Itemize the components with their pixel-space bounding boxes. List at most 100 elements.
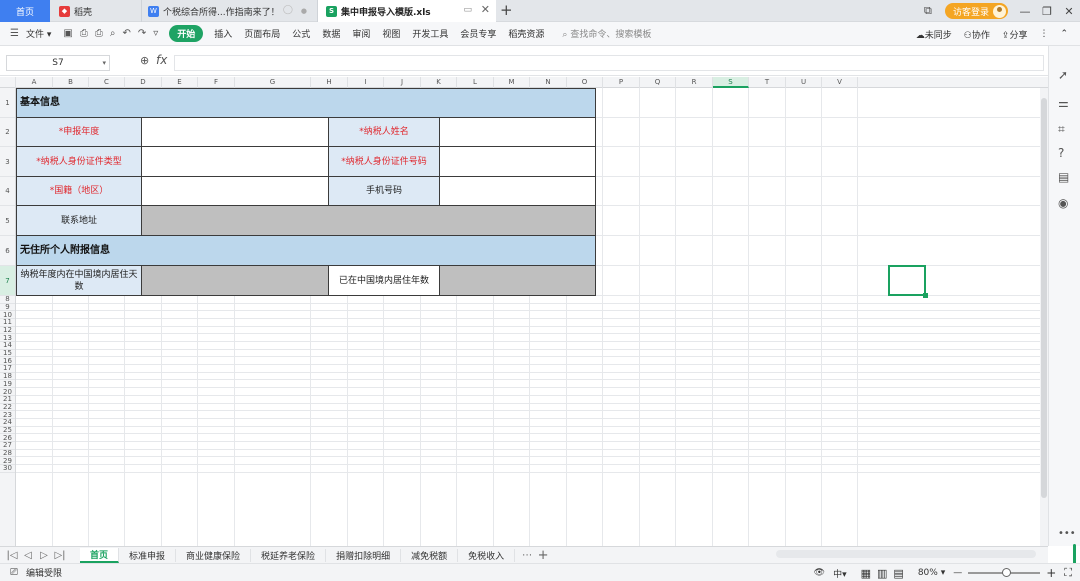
column-header-m[interactable]: M (494, 77, 530, 88)
sheet-tab-donation[interactable]: 捐赠扣除明细 (326, 548, 402, 562)
row-header-30[interactable]: 30 (0, 464, 15, 473)
column-header-v[interactable]: V (822, 77, 858, 88)
input-nationality[interactable] (141, 176, 329, 206)
label-id-type[interactable]: *纳税人身份证件类型 (16, 146, 142, 177)
formula-input[interactable] (174, 55, 1044, 71)
macro-icon[interactable]: ⎚ (10, 567, 18, 578)
input-address[interactable] (141, 205, 596, 236)
section-nonresident-info[interactable]: 无住所个人附报信息 (16, 235, 596, 266)
fullscreen-icon[interactable]: ⛶ (1064, 566, 1072, 580)
row-header-5[interactable]: 5 (0, 206, 15, 236)
help-icon[interactable]: ? (1058, 146, 1064, 160)
restore-icon[interactable]: ❐ (1036, 5, 1058, 18)
settings-sliders-icon[interactable]: ⚌ (1058, 96, 1069, 110)
sheet-tab-tax-reduction[interactable]: 减免税额 (401, 548, 459, 562)
redo-icon[interactable]: ↷ (138, 28, 146, 39)
more-dots-icon[interactable]: ••• (1058, 528, 1076, 539)
sheet-tab-health-insurance[interactable]: 商业健康保险 (176, 548, 252, 562)
column-header-k[interactable]: K (421, 77, 457, 88)
row-header-3[interactable]: 3 (0, 147, 15, 177)
login-button[interactable]: 访客登录 (944, 3, 1008, 19)
zoom-slider[interactable] (968, 568, 1041, 577)
input-id-type[interactable] (141, 146, 329, 177)
label-phone[interactable]: 手机号码 (328, 176, 440, 206)
print-icon[interactable]: ⎙ (95, 28, 103, 39)
pages-icon[interactable]: ⧉ (917, 4, 939, 18)
ribbon-tab-review[interactable]: 审阅 (352, 27, 370, 40)
ribbon-tab-page-layout[interactable]: 页面布局 (244, 27, 280, 40)
first-sheet-icon[interactable]: |◁ (4, 550, 20, 561)
row-header-6[interactable]: 6 (0, 236, 15, 266)
sync-button[interactable]: ☁未同步 (916, 28, 952, 41)
close-icon[interactable]: ✕ (481, 3, 490, 16)
input-tax-year[interactable] (141, 117, 329, 147)
label-taxpayer-name[interactable]: *纳税人姓名 (328, 117, 440, 147)
zoom-knob[interactable] (1002, 568, 1012, 577)
column-header-i[interactable]: I (348, 77, 384, 88)
label-nationality[interactable]: *国籍（地区） (16, 176, 142, 206)
undo-icon[interactable]: ↶ (122, 28, 130, 39)
sheet-tab-tax-free[interactable]: 免税收入 (458, 548, 516, 562)
input-method-icon[interactable]: 中▾ (833, 567, 847, 580)
page-view-icon[interactable]: ▥ (877, 567, 887, 580)
add-sheet-icon[interactable]: + (535, 548, 551, 563)
collapse-ribbon-icon[interactable]: ⌃ (1060, 29, 1068, 39)
label-years-in-china[interactable]: 已在中国境内居住年数 (328, 265, 440, 296)
column-header-e[interactable]: E (162, 77, 198, 88)
column-header-n[interactable]: N (530, 77, 567, 88)
column-header-r[interactable]: R (676, 77, 713, 88)
zoom-level[interactable]: 80% ▾ (918, 568, 945, 578)
save-icon[interactable]: ▣ (63, 28, 72, 39)
eye-protection-icon[interactable]: 👁 (814, 568, 825, 578)
ribbon-tab-insert[interactable]: 插入 (214, 27, 232, 40)
fx-icon[interactable]: fx (156, 53, 167, 67)
cursor-icon[interactable]: ➚ (1058, 68, 1068, 82)
tab-document[interactable]: W 个税综合所得...作指南来了！ ◯ ● (142, 0, 318, 22)
row-header-7[interactable]: 7 (0, 266, 15, 296)
page-break-icon[interactable]: ▤ (893, 567, 903, 580)
ribbon-tab-start[interactable]: 开始 (169, 25, 204, 42)
section-basic-info[interactable]: 基本信息 (16, 88, 596, 118)
column-header-f[interactable]: F (198, 77, 235, 88)
tab-docer[interactable]: ◆ 稻壳 (50, 0, 142, 22)
preview-icon[interactable]: ⌕ (110, 28, 116, 39)
column-header-j[interactable]: J (384, 77, 421, 88)
scroll-thumb[interactable] (1041, 98, 1047, 498)
input-id-number[interactable] (439, 146, 596, 177)
column-header-q[interactable]: Q (640, 77, 676, 88)
ribbon-tab-formulas[interactable]: 公式 (292, 27, 310, 40)
column-header-a[interactable]: A (16, 77, 53, 88)
ribbon-tab-view[interactable]: 视图 (382, 27, 400, 40)
column-header-d[interactable]: D (125, 77, 162, 88)
column-header-b[interactable]: B (53, 77, 89, 88)
input-taxpayer-name[interactable] (439, 117, 596, 147)
chevron-down-icon[interactable]: ▾ (102, 56, 106, 71)
row-header-1[interactable]: 1 (0, 88, 15, 118)
more-icon[interactable]: ▿ (153, 28, 158, 39)
ribbon-tab-developer[interactable]: 开发工具 (412, 27, 448, 40)
label-id-number[interactable]: *纳税人身份证件号码 (328, 146, 440, 177)
close-dot-icon[interactable]: ● (301, 7, 307, 15)
prev-sheet-icon[interactable]: ◁ (20, 550, 36, 561)
ribbon-tab-docer[interactable]: 稻壳资源 (508, 27, 544, 40)
column-header-o[interactable]: O (567, 77, 603, 88)
more-sheets-icon[interactable]: ⋯ (519, 550, 535, 561)
gallery-icon[interactable]: ▤ (1058, 170, 1069, 184)
column-header-s[interactable]: S (713, 77, 749, 88)
sheet-tab-home[interactable]: 首页 (80, 547, 120, 563)
vertical-scrollbar[interactable] (1040, 88, 1048, 546)
column-header-l[interactable]: L (457, 77, 494, 88)
ribbon-tab-data[interactable]: 数据 (322, 27, 340, 40)
export-icon[interactable]: ⎙ (80, 28, 88, 39)
column-header-p[interactable]: P (603, 77, 640, 88)
column-header-h[interactable]: H (311, 77, 348, 88)
zoom-out-icon[interactable]: — (953, 568, 962, 578)
normal-view-icon[interactable]: ▦ (861, 567, 871, 580)
pin-icon[interactable]: ◯ (283, 5, 293, 15)
row-header-4[interactable]: 4 (0, 177, 15, 206)
column-header-t[interactable]: T (749, 77, 786, 88)
ribbon-tab-member[interactable]: 会员专享 (460, 27, 496, 40)
file-menu[interactable]: 文件 ▾ (26, 27, 51, 40)
new-tab-button[interactable]: + (500, 1, 513, 19)
close-window-icon[interactable]: ✕ (1058, 5, 1080, 18)
